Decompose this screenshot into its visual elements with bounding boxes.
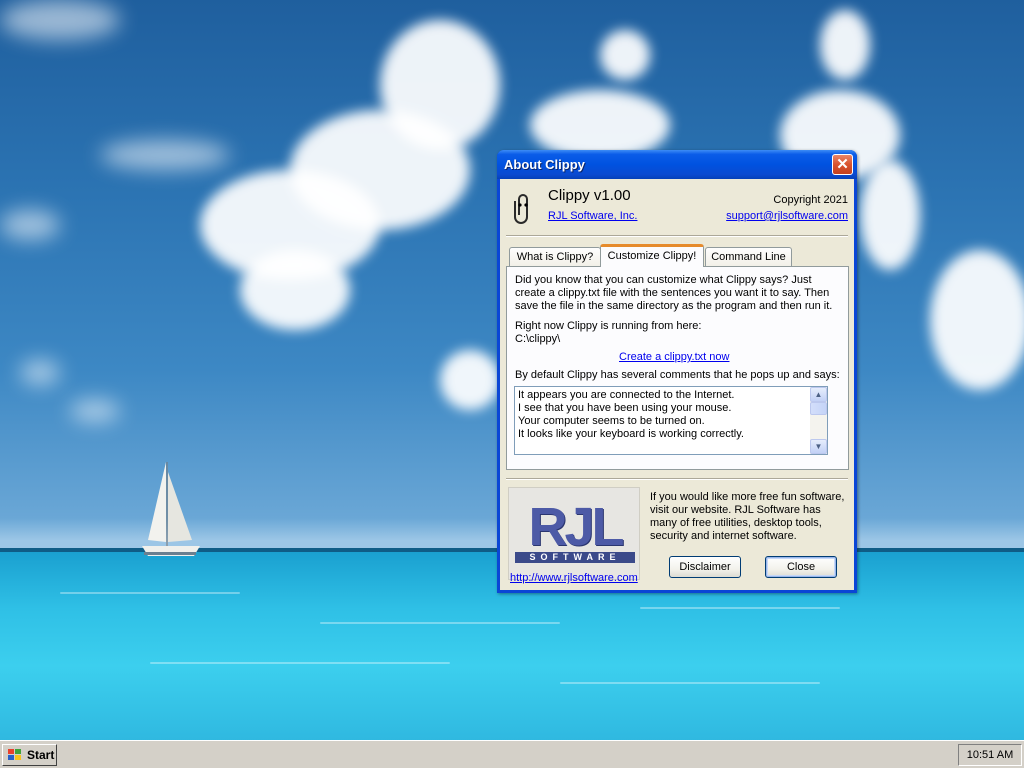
support-email-link[interactable]: support@rjlsoftware.com: [726, 210, 848, 222]
close-icon[interactable]: ✕: [832, 154, 853, 175]
scroll-down-icon[interactable]: ▼: [810, 439, 827, 454]
tab-command-line[interactable]: Command Line: [705, 247, 792, 266]
clock[interactable]: 10:51 AM: [959, 749, 1021, 761]
tab-what-is-clippy[interactable]: What is Clippy?: [509, 247, 601, 266]
comment-line: It appears you are connected to the Inte…: [518, 389, 735, 401]
default-comments-label: By default Clippy has several comments t…: [515, 369, 840, 381]
rjl-software-logo[interactable]: RJL SOFTWARE: [508, 487, 640, 580]
comments-scrollbar[interactable]: ▲ ▼: [810, 387, 827, 454]
copyright-text: Copyright 2021: [773, 194, 848, 206]
footer-separator: [506, 478, 848, 480]
taskbar: Start 10:51 AM: [0, 740, 1024, 768]
system-tray: 10:51 AM: [958, 744, 1022, 766]
start-button[interactable]: Start: [2, 744, 57, 766]
paperclip-icon: [514, 194, 528, 224]
dialog-titlebar[interactable]: About Clippy ✕: [497, 150, 857, 179]
dialog-body: Clippy v1.00 RJL Software, Inc. Copyrigh…: [500, 179, 854, 590]
comments-textarea[interactable]: It appears you are connected to the Inte…: [514, 386, 828, 455]
about-dialog: About Clippy ✕ Clippy v1.00 RJL Software…: [497, 150, 857, 593]
create-clippy-txt-link[interactable]: Create a clippy.txt now: [619, 351, 729, 363]
comment-line: I see that you have been using your mous…: [518, 402, 732, 414]
close-button[interactable]: Close: [765, 556, 837, 578]
start-label: Start: [27, 748, 55, 762]
customize-tab-panel: Did you know that you can customize what…: [506, 266, 849, 470]
company-link[interactable]: RJL Software, Inc.: [548, 210, 637, 222]
customize-intro-text: Did you know that you can customize what…: [515, 274, 833, 312]
scroll-thumb[interactable]: [810, 402, 827, 415]
disclaimer-button[interactable]: Disclaimer: [669, 556, 741, 578]
website-link[interactable]: http://www.rjlsoftware.com: [510, 572, 638, 584]
logo-text: RJL: [528, 497, 624, 557]
scroll-up-icon[interactable]: ▲: [810, 387, 827, 402]
logo-subtext: SOFTWARE: [515, 552, 635, 563]
running-from-label: Right now Clippy is running from here:: [515, 320, 702, 332]
header-separator: [506, 235, 848, 237]
sailboat-image: [142, 462, 200, 556]
app-name: Clippy v1.00: [548, 187, 631, 204]
windows-logo-icon: [8, 749, 21, 760]
comment-line: It looks like your keyboard is working c…: [518, 428, 744, 440]
promo-text: If you would like more free fun software…: [650, 491, 845, 542]
comment-line: Your computer seems to be turned on.: [518, 415, 705, 427]
tab-customize-clippy[interactable]: Customize Clippy!: [600, 244, 704, 267]
running-path: C:\clippy\: [515, 333, 561, 345]
dialog-title: About Clippy: [504, 157, 585, 172]
